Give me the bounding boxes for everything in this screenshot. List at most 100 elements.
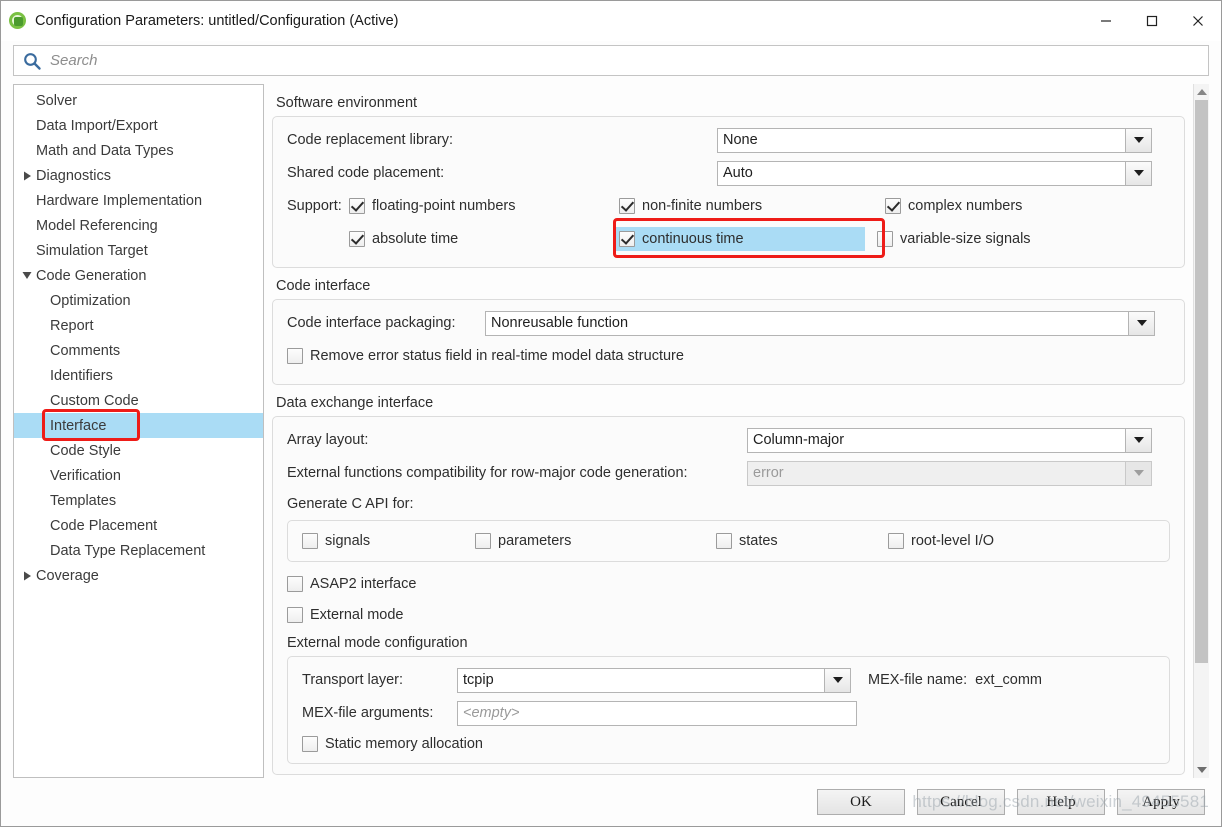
ok-button[interactable]: OK: [817, 789, 905, 815]
checkbox-remove-error-status-field[interactable]: Remove error status field in real-time m…: [287, 348, 684, 364]
chevron-right-icon[interactable]: [18, 171, 36, 181]
sidebar-item-label: Data Import/Export: [36, 117, 158, 134]
chevron-down-icon[interactable]: [1128, 311, 1154, 335]
static-memory-allocation-row: Static memory allocation: [302, 731, 1155, 757]
scrollbar-thumb[interactable]: [1195, 100, 1208, 663]
checkbox-floating-point-numbers[interactable]: floating-point numbers: [349, 198, 619, 214]
sidebar-item-label: Comments: [50, 342, 121, 359]
checkbox-asap2-interface[interactable]: ASAP2 interface: [287, 575, 416, 592]
search-input[interactable]: [48, 51, 1200, 70]
sidebar-item-label: Diagnostics: [36, 167, 111, 184]
sidebar-item-label: Report: [50, 317, 94, 334]
sidebar-item-model-referencing[interactable]: Model Referencing: [14, 213, 263, 238]
checkbox-c-api-parameters[interactable]: parameters: [475, 533, 716, 549]
sidebar-item-hardware-implementation[interactable]: Hardware Implementation: [14, 188, 263, 213]
sidebar-item-label: Verification: [50, 467, 121, 484]
checkbox-box: [349, 231, 365, 247]
sidebar-item-label: Templates: [50, 492, 117, 509]
chevron-down-icon[interactable]: [1125, 428, 1151, 452]
shared-code-placement-dropdown[interactable]: Auto: [717, 160, 1152, 186]
checkbox-static-memory-allocation[interactable]: Static memory allocation: [302, 736, 483, 752]
scroll-down-button[interactable]: [1194, 762, 1209, 778]
sidebar-item-coverage[interactable]: Coverage: [14, 563, 263, 588]
sidebar-item-identifiers[interactable]: Identifiers: [14, 363, 263, 388]
sidebar-item-label: Coverage: [36, 567, 99, 584]
checkbox-label: Remove error status field in real-time m…: [310, 348, 684, 364]
content-scrollbar[interactable]: [1193, 84, 1209, 778]
scrollbar-track[interactable]: [1194, 100, 1209, 762]
settings-tree[interactable]: Solver Data Import/Export Math and Data Ty…: [13, 84, 264, 778]
checkbox-c-api-signals[interactable]: signals: [302, 533, 475, 549]
chevron-down-icon[interactable]: [1125, 161, 1151, 185]
scroll-up-button[interactable]: [1194, 84, 1209, 100]
minimize-button[interactable]: [1083, 1, 1129, 41]
mex-file-name-label: MEX-file name:: [868, 672, 968, 688]
code-interface-packaging-dropdown[interactable]: Nonreusable function: [485, 310, 1155, 336]
checkbox-box: [877, 231, 893, 247]
apply-button[interactable]: Apply: [1117, 789, 1205, 815]
checkbox-variable-size-signals[interactable]: variable-size signals: [877, 231, 1031, 247]
sidebar-item-templates[interactable]: Templates: [14, 488, 263, 513]
sidebar-item-code-style[interactable]: Code Style: [14, 438, 263, 463]
sidebar-item-solver[interactable]: Solver: [14, 88, 263, 113]
sidebar-item-code-generation[interactable]: Code Generation: [14, 263, 263, 288]
sidebar-item-diagnostics[interactable]: Diagnostics: [14, 163, 263, 188]
help-button[interactable]: Help: [1017, 789, 1105, 815]
checkbox-external-mode[interactable]: External mode: [287, 606, 404, 623]
checkbox-label: non-finite numbers: [642, 198, 763, 214]
sidebar-item-label: Hardware Implementation: [36, 192, 203, 209]
checkbox-box: [475, 533, 491, 549]
checkbox-complex-numbers[interactable]: complex numbers: [885, 198, 1022, 214]
sidebar-item-data-import-export[interactable]: Data Import/Export: [14, 113, 263, 138]
sidebar-item-optimization[interactable]: Optimization: [14, 288, 263, 313]
sidebar-item-report[interactable]: Report: [14, 313, 263, 338]
transport-layer-value: tcpip: [463, 672, 494, 688]
chevron-right-icon[interactable]: [18, 571, 36, 581]
checkbox-label: Static memory allocation: [325, 736, 483, 752]
shared-code-placement-row: Shared code placement: Auto: [287, 158, 1170, 188]
c-api-options-row: signals parameters states root-level I/O: [302, 527, 1155, 555]
checkbox-c-api-root-level-io[interactable]: root-level I/O: [888, 533, 994, 549]
generate-c-api-label: Generate C API for:: [287, 496, 414, 512]
transport-layer-label: Transport layer:: [302, 672, 403, 688]
close-button[interactable]: [1175, 1, 1221, 41]
search-box[interactable]: [13, 45, 1209, 76]
code-interface-title: Code interface: [276, 278, 371, 294]
code-interface-packaging-value: Nonreusable function: [491, 315, 629, 331]
sidebar-item-verification[interactable]: Verification: [14, 463, 263, 488]
support-label: Support:: [287, 198, 342, 214]
checkbox-label: signals: [325, 533, 371, 549]
array-layout-dropdown[interactable]: Column-major: [747, 427, 1152, 453]
transport-layer-dropdown[interactable]: tcpip: [457, 667, 851, 693]
sidebar-item-math-and-data-types[interactable]: Math and Data Types: [14, 138, 263, 163]
cancel-button[interactable]: Cancel: [917, 789, 1005, 815]
sidebar-item-label: Solver: [36, 92, 78, 109]
interface-settings-panel: Software environment Code replacement li…: [264, 84, 1193, 778]
code-interface-packaging-label: Code interface packaging:: [287, 315, 456, 331]
checkbox-non-finite-numbers[interactable]: non-finite numbers: [619, 198, 885, 214]
sidebar-item-data-type-replacement[interactable]: Data Type Replacement: [14, 538, 263, 563]
support-row-2: absolute time continuous time variable-s…: [287, 218, 1170, 258]
array-layout-value: Column-major: [753, 432, 845, 448]
sidebar-item-custom-code[interactable]: Custom Code: [14, 388, 263, 413]
code-replacement-library-dropdown[interactable]: None: [717, 127, 1152, 153]
sidebar-item-simulation-target[interactable]: Simulation Target: [14, 238, 263, 263]
mex-file-arguments-input[interactable]: <empty>: [457, 700, 857, 726]
sidebar-item-code-placement[interactable]: Code Placement: [14, 513, 263, 538]
dialog-footer: OK Cancel Help Apply https://blog.csdn.n…: [1, 778, 1221, 826]
checkbox-continuous-time[interactable]: continuous time: [615, 227, 865, 251]
sidebar-item-comments[interactable]: Comments: [14, 338, 263, 363]
sidebar-item-label: Custom Code: [50, 392, 139, 409]
checkbox-absolute-time[interactable]: absolute time: [349, 231, 619, 247]
sidebar-item-label: Code Generation: [36, 267, 147, 284]
checkbox-box: [888, 533, 904, 549]
chevron-down-icon[interactable]: [1125, 128, 1151, 152]
chevron-down-icon[interactable]: [824, 668, 850, 692]
maximize-button[interactable]: [1129, 1, 1175, 41]
mex-file-arguments-row: MEX-file arguments: <empty>: [302, 698, 1155, 728]
chevron-down-icon[interactable]: [18, 271, 36, 280]
checkbox-c-api-states[interactable]: states: [716, 533, 888, 549]
generate-c-api-row: Generate C API for:: [287, 491, 1170, 517]
window-title: Configuration Parameters: untitled/Confi…: [35, 13, 399, 29]
sidebar-item-interface[interactable]: Interface: [14, 413, 263, 438]
